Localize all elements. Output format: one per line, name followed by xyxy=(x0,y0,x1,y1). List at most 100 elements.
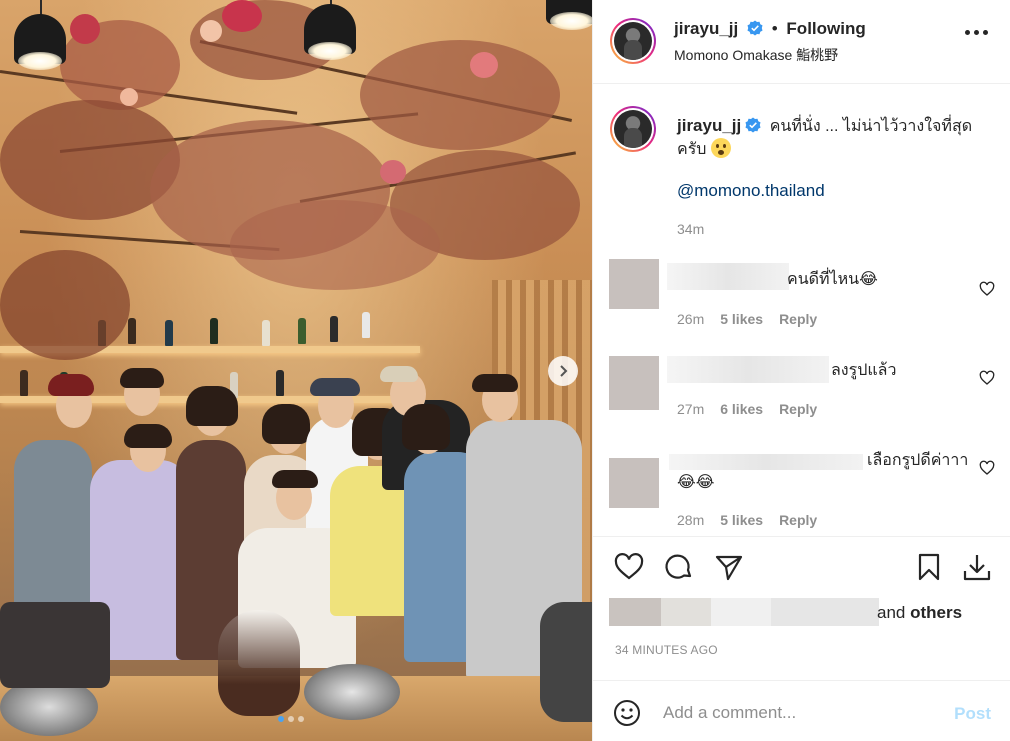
save-bookmark-icon[interactable] xyxy=(913,551,945,583)
verified-badge-icon xyxy=(747,20,763,36)
photo-cap xyxy=(472,374,518,392)
photo-bottle xyxy=(330,316,338,342)
likes-summary[interactable]: and others xyxy=(609,598,989,628)
photo-bottle xyxy=(210,318,218,344)
following-button[interactable]: Following xyxy=(786,19,865,38)
photo-bottle xyxy=(128,318,136,344)
post-header-line: jirayu_jj • Following xyxy=(674,19,866,39)
photo-peach xyxy=(200,20,222,42)
post-location[interactable]: Momono Omakase 鮨桃野 xyxy=(674,45,838,65)
comment-time: 27m xyxy=(677,401,705,417)
surprised-face-emoji-icon xyxy=(710,138,731,158)
photo-peach xyxy=(120,88,138,106)
comment-time: 26m xyxy=(677,311,705,327)
photo-flower xyxy=(380,160,406,184)
post-side-panel: jirayu_jj • Following Momono Omakase 鮨桃野… xyxy=(592,0,1010,741)
redacted-liker xyxy=(661,598,711,626)
photo-bowl xyxy=(304,664,400,720)
caption-timestamp: 34m xyxy=(677,221,705,237)
photo-terrarium xyxy=(218,610,300,716)
caption-author-avatar[interactable] xyxy=(610,106,656,152)
post-comment-button[interactable]: Post xyxy=(954,704,991,724)
photo-blossom xyxy=(0,250,130,360)
post-header: jirayu_jj • Following Momono Omakase 鮨桃野 xyxy=(593,0,1010,84)
redacted-username xyxy=(667,356,829,383)
photo-person xyxy=(14,440,92,620)
photo-hair xyxy=(262,404,310,444)
likes-label: and others xyxy=(877,603,962,623)
post-photo[interactable] xyxy=(0,0,592,741)
post-action-bar xyxy=(593,536,1010,598)
emoji-picker-icon[interactable] xyxy=(613,699,641,727)
commenter-avatar[interactable] xyxy=(609,259,659,309)
add-comment-bar: Post xyxy=(593,680,1010,741)
photo-flower xyxy=(222,0,262,32)
photo-flower xyxy=(70,14,100,44)
like-comment-heart-icon[interactable] xyxy=(979,281,995,297)
like-heart-icon[interactable] xyxy=(613,551,645,583)
like-comment-heart-icon[interactable] xyxy=(979,370,995,386)
pendant-lamp xyxy=(546,0,592,30)
comment-time: 28m xyxy=(677,512,705,528)
comment-meta: 28m 5 likes Reply xyxy=(677,512,817,528)
photo-terrarium xyxy=(540,602,592,722)
photo-blossom xyxy=(360,40,560,150)
pendant-lamp xyxy=(304,4,356,60)
photo-hair xyxy=(186,386,238,426)
photo-bottle xyxy=(165,320,173,346)
comment-meta: 27m 6 likes Reply xyxy=(677,401,817,417)
header-separator: • xyxy=(771,19,778,38)
redacted-liker xyxy=(609,598,661,626)
photo-bottle xyxy=(276,370,284,396)
photo-bottle xyxy=(262,320,270,346)
photo-blossom xyxy=(230,200,440,290)
caption-text-block: jirayu_jj คนที่นั่ง ... ไม่น่าไว้วางใจที… xyxy=(677,114,977,161)
likes-others-link[interactable]: others xyxy=(910,603,962,622)
photo-flower xyxy=(470,52,498,78)
commenter-avatar[interactable] xyxy=(609,458,659,508)
comment-likes[interactable]: 6 likes xyxy=(720,401,763,417)
comment-reply-button[interactable]: Reply xyxy=(779,512,817,528)
post-timestamp: 34 MINUTES AGO xyxy=(615,643,718,657)
photo-chair xyxy=(0,602,110,688)
photo-hair xyxy=(402,404,450,450)
photo-bottle xyxy=(362,312,370,338)
more-options-button[interactable] xyxy=(965,30,988,35)
photo-hat xyxy=(310,378,360,396)
photo-hair xyxy=(124,424,172,448)
comment-meta: 26m 5 likes Reply xyxy=(677,311,817,327)
carousel-indicator xyxy=(278,716,304,722)
comment-reply-button[interactable]: Reply xyxy=(779,401,817,417)
more-horizontal-icon xyxy=(965,30,970,35)
like-comment-heart-icon[interactable] xyxy=(979,460,995,476)
carousel-dot xyxy=(298,716,304,722)
comment-likes[interactable]: 5 likes xyxy=(720,512,763,528)
caption-mention-link[interactable]: @momono.thailand xyxy=(677,181,825,201)
comment-reply-button[interactable]: Reply xyxy=(779,311,817,327)
comment-text: ลงรูปแล้ว xyxy=(831,362,897,379)
caption-username[interactable]: jirayu_jj xyxy=(677,116,741,135)
photo-bottle xyxy=(298,318,306,344)
download-icon[interactable] xyxy=(961,551,993,583)
comment-text: คนดีที่ไหน😂 xyxy=(787,271,878,288)
redacted-username xyxy=(667,263,789,290)
redacted-liker xyxy=(771,598,879,626)
share-paper-plane-icon[interactable] xyxy=(713,551,745,583)
photo-cap xyxy=(48,374,94,396)
photo-cap xyxy=(380,366,418,382)
chevron-right-icon xyxy=(560,365,568,377)
commenter-avatar[interactable] xyxy=(609,356,659,410)
author-username[interactable]: jirayu_jj xyxy=(674,19,738,38)
comment-bubble-icon[interactable] xyxy=(663,551,695,583)
comment-input[interactable] xyxy=(663,701,943,725)
redacted-liker xyxy=(711,598,771,626)
comment-likes[interactable]: 5 likes xyxy=(720,311,763,327)
carousel-dot xyxy=(288,716,294,722)
carousel-next-button[interactable] xyxy=(548,356,578,386)
comment-text: เลือกรูปดีค่าาา😂😂 xyxy=(677,452,969,491)
verified-badge-icon xyxy=(745,117,761,133)
photo-bottle xyxy=(20,370,28,396)
photo-hair xyxy=(120,368,164,388)
pendant-lamp xyxy=(14,14,66,70)
author-avatar[interactable] xyxy=(610,18,656,64)
